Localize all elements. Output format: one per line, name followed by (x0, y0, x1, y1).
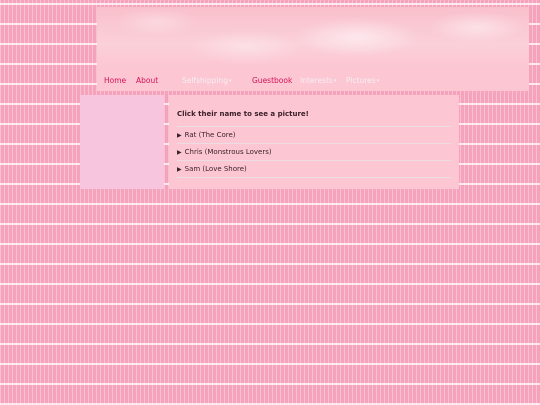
chevron-down-icon: ▾ (376, 78, 380, 84)
divider (177, 160, 451, 161)
nav-about-link[interactable]: About (136, 76, 158, 85)
main-navigation: Home About Selfshipping▾ Guestbook Inter… (97, 69, 529, 91)
nav-home-link[interactable]: Home (104, 76, 126, 85)
nav-selfshipping-label: Selfshipping (182, 76, 228, 85)
divider (177, 126, 451, 127)
nav-interests-dropdown[interactable]: Interests▾ (300, 76, 336, 86)
details-toggle-rat[interactable]: ▶ Rat (The Core) (177, 131, 236, 139)
details-toggle-sam[interactable]: ▶ Sam (Love Shore) (177, 165, 247, 173)
triangle-right-icon: ▶ (177, 149, 182, 156)
details-label: Rat (The Core) (184, 131, 236, 139)
divider (177, 143, 451, 144)
chevron-down-icon: ▾ (333, 78, 337, 84)
chevron-down-icon: ▾ (228, 78, 232, 84)
nav-pictures-dropdown[interactable]: Pictures▾ (346, 76, 379, 86)
divider (177, 177, 451, 178)
nav-guestbook-link[interactable]: Guestbook (252, 76, 292, 85)
sidebar-panel (80, 95, 164, 189)
intro-text: Click their name to see a picture! (177, 110, 309, 118)
content-panel: Click their name to see a picture! ▶ Rat … (169, 95, 459, 189)
nav-interests-label: Interests (300, 76, 333, 85)
details-label: Sam (Love Shore) (184, 165, 247, 173)
nav-selfshipping-dropdown[interactable]: Selfshipping▾ (182, 76, 231, 86)
triangle-right-icon: ▶ (177, 132, 182, 139)
header-banner-image (97, 7, 529, 69)
triangle-right-icon: ▶ (177, 166, 182, 173)
site-header: Home About Selfshipping▾ Guestbook Inter… (97, 7, 529, 91)
details-label: Chris (Monstrous Lovers) (184, 148, 272, 156)
nav-pictures-label: Pictures (346, 76, 376, 85)
details-toggle-chris[interactable]: ▶ Chris (Monstrous Lovers) (177, 148, 272, 156)
